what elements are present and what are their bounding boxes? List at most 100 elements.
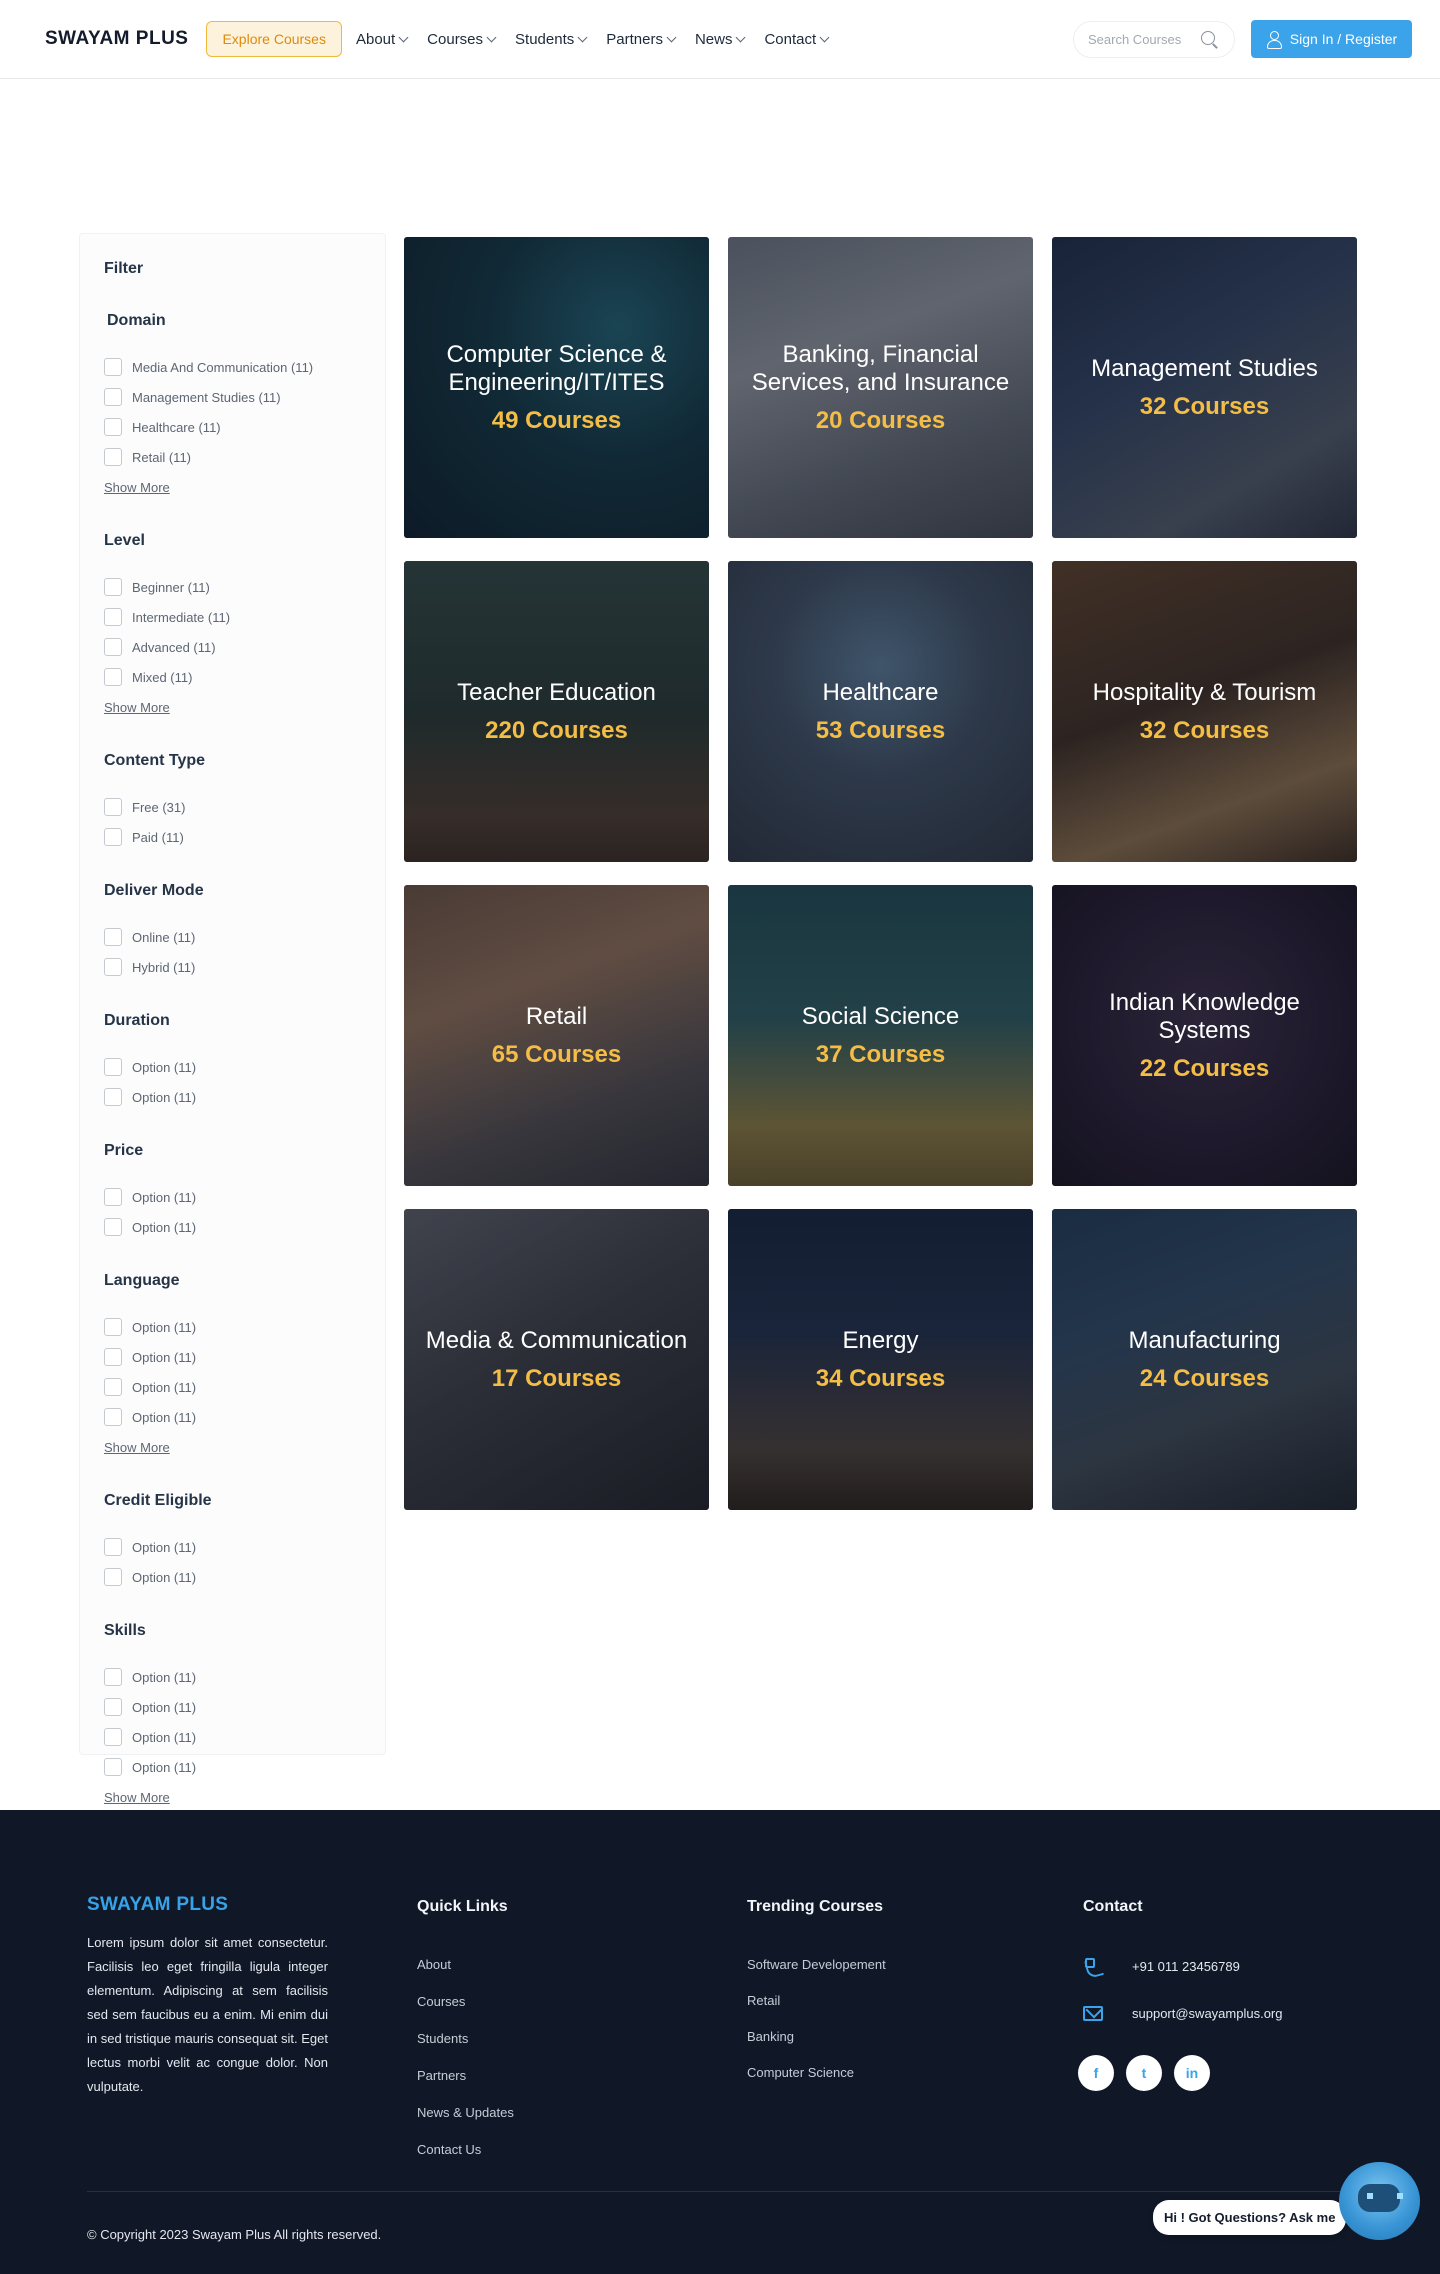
filter-option[interactable]: Option (11) [104, 1662, 385, 1692]
checkbox[interactable] [104, 1318, 122, 1336]
checkbox[interactable] [104, 1348, 122, 1366]
filter-option[interactable]: Management Studies (11) [104, 382, 385, 412]
show-more-link[interactable]: Show More [104, 1432, 385, 1462]
filter-option[interactable]: Media And Communication (11) [104, 352, 385, 382]
category-card[interactable]: Computer Science & Engineering/IT/ITES 49… [404, 237, 709, 538]
checkbox[interactable] [104, 608, 122, 626]
category-card[interactable]: Teacher Education 220 Courses [404, 561, 709, 862]
filter-option[interactable]: Option (11) [104, 1692, 385, 1722]
filter-group-title: Price [104, 1142, 144, 1159]
checkbox[interactable] [104, 1728, 122, 1746]
filter-option[interactable]: Healthcare (11) [104, 412, 385, 442]
filter-option[interactable]: Intermediate (11) [104, 602, 385, 632]
checkbox[interactable] [104, 1408, 122, 1426]
checkbox[interactable] [104, 668, 122, 686]
filter-option[interactable]: Beginner (11) [104, 572, 385, 602]
quick-link[interactable]: Courses [417, 1994, 465, 2009]
contact-phone[interactable]: +91 011 23456789 [1083, 1956, 1240, 1976]
category-card[interactable]: Social Science 37 Courses [728, 885, 1033, 1186]
site-logo[interactable]: SWAYAM PLUS [45, 28, 188, 50]
checkbox[interactable] [104, 1568, 122, 1586]
show-more-link[interactable]: Show More [104, 1782, 385, 1812]
checkbox[interactable] [104, 1758, 122, 1776]
linkedin-icon[interactable]: in [1174, 2055, 1210, 2091]
twitter-icon[interactable]: t [1126, 2055, 1162, 2091]
filter-option[interactable]: Option (11) [104, 1082, 385, 1112]
filter-option[interactable]: Option (11) [104, 1562, 385, 1592]
checkbox[interactable] [104, 1188, 122, 1206]
filter-option[interactable]: Option (11) [104, 1052, 385, 1082]
explore-courses-button[interactable]: Explore Courses [206, 21, 342, 57]
filter-option[interactable]: Option (11) [104, 1212, 385, 1242]
trending-course-link[interactable]: Computer Science [747, 2065, 854, 2080]
filter-option[interactable]: Hybrid (11) [104, 952, 385, 982]
contact-email[interactable]: support@swayamplus.org [1083, 2006, 1282, 2021]
quick-link[interactable]: News & Updates [417, 2105, 514, 2120]
show-more-link[interactable]: Show More [104, 692, 385, 722]
filter-option[interactable]: Option (11) [104, 1752, 385, 1782]
filter-option[interactable]: Option (11) [104, 1372, 385, 1402]
filter-option[interactable]: Option (11) [104, 1532, 385, 1562]
checkbox[interactable] [104, 578, 122, 596]
search-icon[interactable] [1200, 30, 1220, 50]
filter-option[interactable]: Option (11) [104, 1342, 385, 1372]
facebook-icon[interactable]: f [1078, 2055, 1114, 2091]
category-card[interactable]: Manufacturing 24 Courses [1052, 1209, 1357, 1510]
category-card[interactable]: Indian Knowledge Systems 22 Courses [1052, 885, 1357, 1186]
checkbox[interactable] [104, 928, 122, 946]
category-card[interactable]: Healthcare 53 Courses [728, 561, 1033, 862]
filter-option[interactable]: Option (11) [104, 1312, 385, 1342]
filter-option[interactable]: Option (11) [104, 1182, 385, 1212]
nav-news[interactable]: News [695, 31, 746, 48]
filter-option[interactable]: Option (11) [104, 1402, 385, 1432]
checkbox[interactable] [104, 358, 122, 376]
checkbox[interactable] [104, 1668, 122, 1686]
checkbox[interactable] [104, 798, 122, 816]
nav-students[interactable]: Students [515, 31, 588, 48]
nav-contact[interactable]: Contact [764, 31, 830, 48]
filter-option[interactable]: Advanced (11) [104, 632, 385, 662]
checkbox[interactable] [104, 1378, 122, 1396]
category-card[interactable]: Retail 65 Courses [404, 885, 709, 1186]
checkbox[interactable] [104, 448, 122, 466]
quick-link[interactable]: Partners [417, 2068, 466, 2083]
filter-option[interactable]: Paid (11) [104, 822, 385, 852]
checkbox[interactable] [104, 958, 122, 976]
chat-prompt-bubble[interactable]: Hi ! Got Questions? Ask me [1153, 2200, 1347, 2235]
quick-link[interactable]: About [417, 1957, 451, 1972]
filter-option[interactable]: Mixed (11) [104, 662, 385, 692]
search-input[interactable] [1088, 32, 1198, 47]
category-card[interactable]: Media & Communication 17 Courses [404, 1209, 709, 1510]
nav-courses[interactable]: Courses [427, 31, 497, 48]
sign-in-register-button[interactable]: Sign In / Register [1251, 20, 1412, 58]
filter-option[interactable]: Option (11) [104, 1722, 385, 1752]
filter-group-title: Content Type [104, 752, 206, 769]
checkbox[interactable] [104, 1698, 122, 1716]
checkbox[interactable] [104, 418, 122, 436]
checkbox[interactable] [104, 388, 122, 406]
category-card[interactable]: Hospitality & Tourism 32 Courses [1052, 561, 1357, 862]
checkbox[interactable] [104, 1538, 122, 1556]
filter-option[interactable]: Online (11) [104, 922, 385, 952]
filter-option[interactable]: Free (31) [104, 792, 385, 822]
checkbox[interactable] [104, 638, 122, 656]
chatbot-icon[interactable] [1339, 2162, 1420, 2240]
footer-logo[interactable]: SWAYAM PLUS [87, 1894, 228, 1916]
category-card[interactable]: Management Studies 32 Courses [1052, 237, 1357, 538]
checkbox[interactable] [104, 828, 122, 846]
trending-course-link[interactable]: Retail [747, 1993, 780, 2008]
show-more-link[interactable]: Show More [104, 472, 385, 502]
checkbox[interactable] [104, 1088, 122, 1106]
nav-about[interactable]: About [356, 31, 409, 48]
category-card[interactable]: Banking, Financial Services, and Insuran… [728, 237, 1033, 538]
trending-course-link[interactable]: Banking [747, 2029, 794, 2044]
filter-option[interactable]: Retail (11) [104, 442, 385, 472]
checkbox[interactable] [104, 1218, 122, 1236]
quick-link[interactable]: Students [417, 2031, 468, 2046]
quick-link[interactable]: Contact Us [417, 2142, 481, 2157]
category-card[interactable]: Energy 34 Courses [728, 1209, 1033, 1510]
nav-partners[interactable]: Partners [606, 31, 677, 48]
mail-icon [1083, 2006, 1103, 2021]
checkbox[interactable] [104, 1058, 122, 1076]
trending-course-link[interactable]: Software Developement [747, 1957, 886, 1972]
